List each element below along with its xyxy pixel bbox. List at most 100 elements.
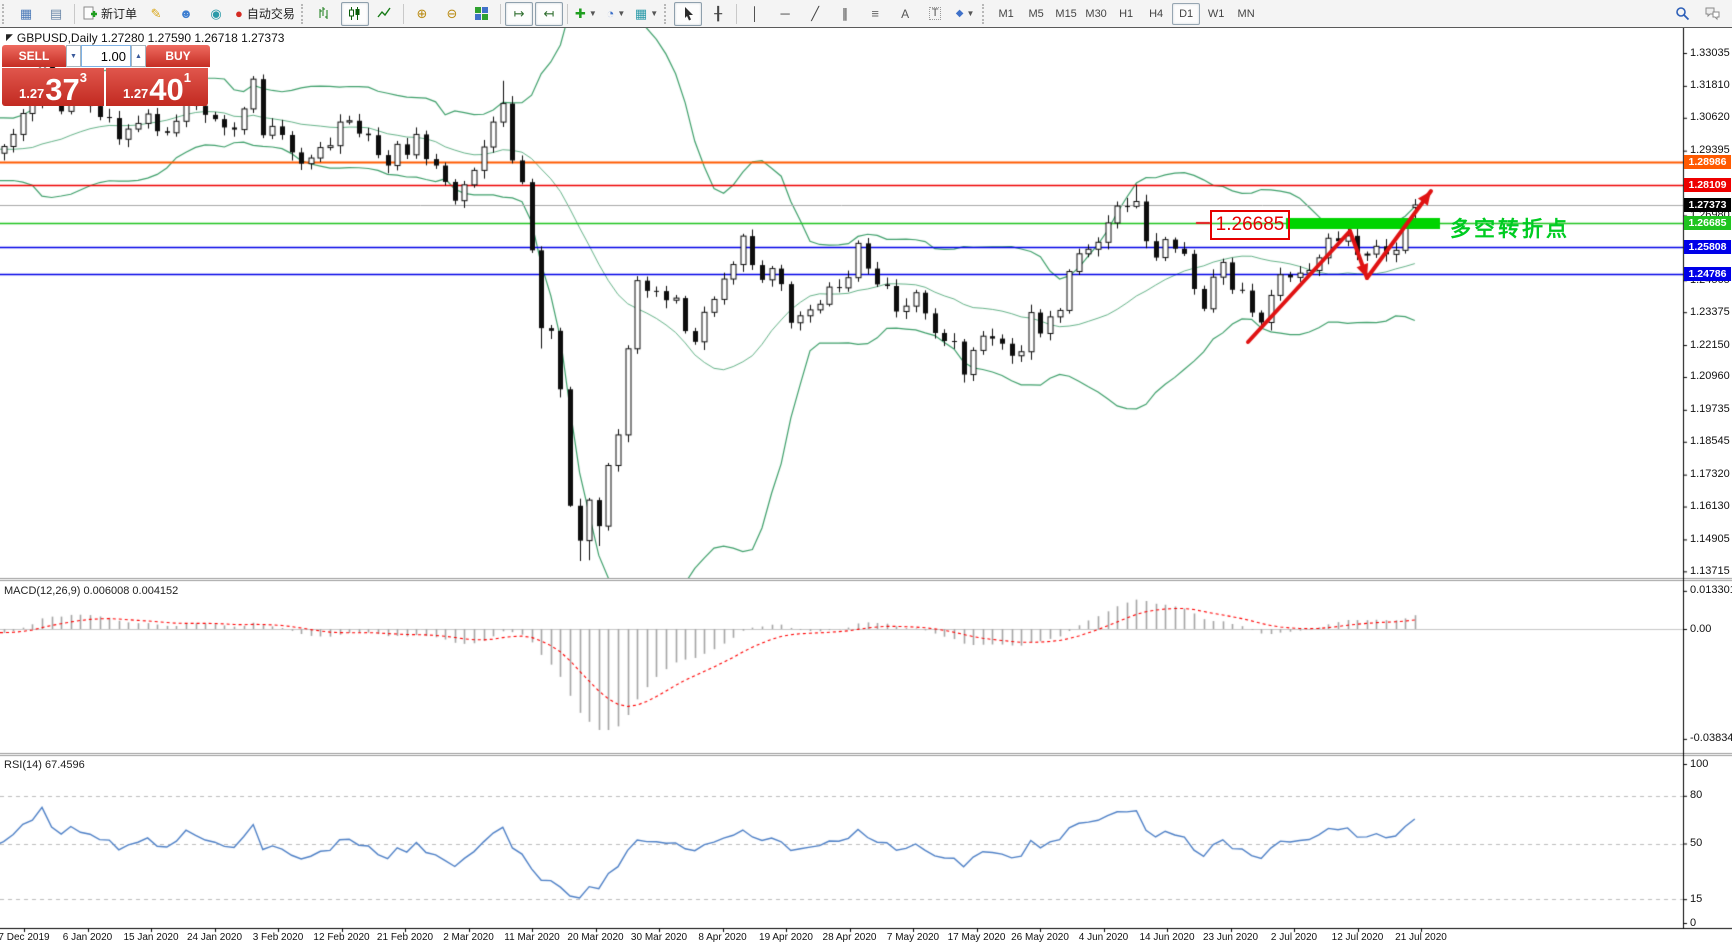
y-axis-tick-label: 1.16130 <box>1690 500 1732 512</box>
templates-button[interactable]: ▦▼ <box>632 2 661 26</box>
x-axis-date-label: 24 Jan 2020 <box>187 932 242 943</box>
metaeditor-button[interactable]: ✎ <box>142 2 170 26</box>
symbol-ohlc-text: GBPUSD,Daily 1.27280 1.27590 1.26718 1.2… <box>17 31 285 45</box>
signals-icon: ◉ <box>210 7 221 20</box>
text-label-button[interactable]: T <box>921 2 949 26</box>
toolbar-separator <box>403 4 404 24</box>
volume-decrease-button[interactable]: ▼ <box>66 45 81 67</box>
x-axis-date-label: 14 Jun 2020 <box>1139 932 1194 943</box>
chart-shift-icon: ↤ <box>543 7 554 20</box>
line-chart-icon <box>377 6 392 21</box>
timeframe-button-mn[interactable]: MN <box>1232 3 1260 25</box>
spinner-up-icon: ▲ <box>135 53 142 60</box>
price-tag: 1.25808 <box>1684 240 1731 254</box>
crosshair-button[interactable]: ╂ <box>704 2 732 26</box>
line-chart-button[interactable] <box>371 2 399 26</box>
toolbar-grip <box>982 4 989 24</box>
buy-button[interactable]: BUY <box>146 45 210 67</box>
channel-button[interactable]: ∥ <box>831 2 859 26</box>
y-axis-tick-label: 1.13715 <box>1690 565 1732 577</box>
arrows-button[interactable]: ◆▼ <box>951 2 979 26</box>
y-axis-tick-label: 1.22150 <box>1690 339 1732 351</box>
auto-scroll-button[interactable]: ↦ <box>505 2 533 26</box>
x-axis-date-label: 15 Jan 2020 <box>123 932 178 943</box>
buy-price-prefix: 1.27 <box>123 86 148 101</box>
indicators-icon: ✚ <box>575 7 586 20</box>
text-icon: A <box>901 8 909 20</box>
buy-price-display[interactable]: 1.27401 <box>106 68 208 106</box>
indicators-button[interactable]: ✚▼ <box>572 2 600 26</box>
x-axis-date-label: 12 Feb 2020 <box>313 932 369 943</box>
x-axis-date-label: 19 Apr 2020 <box>759 932 813 943</box>
timeframe-button-w1[interactable]: W1 <box>1202 3 1230 25</box>
sell-button[interactable]: SELL <box>2 45 66 67</box>
price-tag: 1.27373 <box>1684 198 1731 212</box>
timeframe-button-m30[interactable]: M30 <box>1082 3 1110 25</box>
autotrading-button[interactable]: ● 自动交易 <box>232 2 298 26</box>
channel-icon: ∥ <box>842 7 849 20</box>
x-axis-date-label: 23 Jun 2020 <box>1203 932 1258 943</box>
zoom-in-icon: ⊕ <box>416 7 427 20</box>
signals-button[interactable]: ◉ <box>202 2 230 26</box>
volume-input[interactable]: 1.00 <box>81 45 131 67</box>
volume-increase-button[interactable]: ▲ <box>131 45 146 67</box>
vertical-line-button[interactable]: │ <box>741 2 769 26</box>
x-axis-date-label: 6 Jan 2020 <box>63 932 113 943</box>
candlestick-chart-icon <box>347 6 362 21</box>
y-axis-tick-label: 1.20960 <box>1690 370 1732 382</box>
symbol-header: ◤ GBPUSD,Daily 1.27280 1.27590 1.26718 1… <box>6 31 284 45</box>
y-axis-tick-label: 1.17320 <box>1690 468 1732 480</box>
x-axis-date-label: 30 Mar 2020 <box>631 932 687 943</box>
search-button[interactable] <box>1668 2 1696 26</box>
timeframe-button-d1[interactable]: D1 <box>1172 3 1200 25</box>
toolbar-grip <box>664 4 671 24</box>
zoom-in-button[interactable]: ⊕ <box>408 2 436 26</box>
x-axis-date-label: 7 May 2020 <box>887 932 939 943</box>
tile-windows-button[interactable] <box>468 2 496 26</box>
bar-chart-button[interactable] <box>311 2 339 26</box>
timeframe-button-m1[interactable]: M1 <box>992 3 1020 25</box>
bar-chart-icon <box>317 6 332 21</box>
cursor-button[interactable] <box>674 2 702 26</box>
chart-icon: ◤ <box>6 32 13 43</box>
metaeditor-icon: ✎ <box>151 7 162 20</box>
timeframe-button-h4[interactable]: H4 <box>1142 3 1170 25</box>
x-axis-date-label: 17 May 2020 <box>948 932 1006 943</box>
sell-price-display[interactable]: 1.27373 <box>2 68 104 106</box>
candlestick-chart-button[interactable] <box>341 2 369 26</box>
x-axis-date-label: 11 Mar 2020 <box>504 932 559 943</box>
buy-price-main: 40 <box>149 76 183 104</box>
dropdown-arrow-icon: ▼ <box>589 10 597 18</box>
x-axis-date-label: 2 Jul 2020 <box>1271 932 1317 943</box>
price-tag: 1.28109 <box>1684 178 1731 192</box>
dropdown-arrow-icon: ▼ <box>650 10 658 18</box>
chart-shift-button[interactable]: ↤ <box>535 2 563 26</box>
zoom-out-button[interactable]: ⊖ <box>438 2 466 26</box>
vertical-line-icon: │ <box>751 7 759 20</box>
toolbar-separator <box>74 4 75 24</box>
mt4-window: ▦ ▤ 新订单 ✎ ☻ ◉ ● 自动交易 ⊕ ⊖ ↦ ↤ <box>0 0 1732 947</box>
one-click-trading-panel: SELL ▼ 1.00 ▲ BUY 1.27373 1.27401 <box>2 45 210 106</box>
fibonacci-button[interactable]: ≡ <box>861 2 889 26</box>
chat-button[interactable] <box>1698 2 1726 26</box>
text-button[interactable]: A <box>891 2 919 26</box>
y-axis-tick-label: 1.19735 <box>1690 403 1732 415</box>
timeframe-button-h1[interactable]: H1 <box>1112 3 1140 25</box>
trendline-icon: ╱ <box>811 7 819 20</box>
timeframe-button-m15[interactable]: M15 <box>1052 3 1080 25</box>
periods-button[interactable]: ◔▼ <box>602 2 630 26</box>
trendline-button[interactable]: ╱ <box>801 2 829 26</box>
community-button[interactable]: ☻ <box>172 2 200 26</box>
x-axis-date-label: 28 Apr 2020 <box>823 932 877 943</box>
toolbar-separator <box>736 4 737 24</box>
new-chart-button[interactable]: ▦ <box>12 2 40 26</box>
timeframe-button-m5[interactable]: M5 <box>1022 3 1050 25</box>
profiles-button[interactable]: ▤ <box>42 2 70 26</box>
toolbar-grip <box>2 4 9 24</box>
horizontal-line-button[interactable]: ─ <box>771 2 799 26</box>
chart-canvas[interactable] <box>0 0 1732 947</box>
pivot-annotation-text[interactable]: 多空转折点 <box>1450 213 1570 243</box>
price-level-callout[interactable]: 1.26685 <box>1210 210 1290 240</box>
new-order-button[interactable]: 新订单 <box>79 2 140 26</box>
rsi-axis-tick-label: 80 <box>1690 789 1732 801</box>
